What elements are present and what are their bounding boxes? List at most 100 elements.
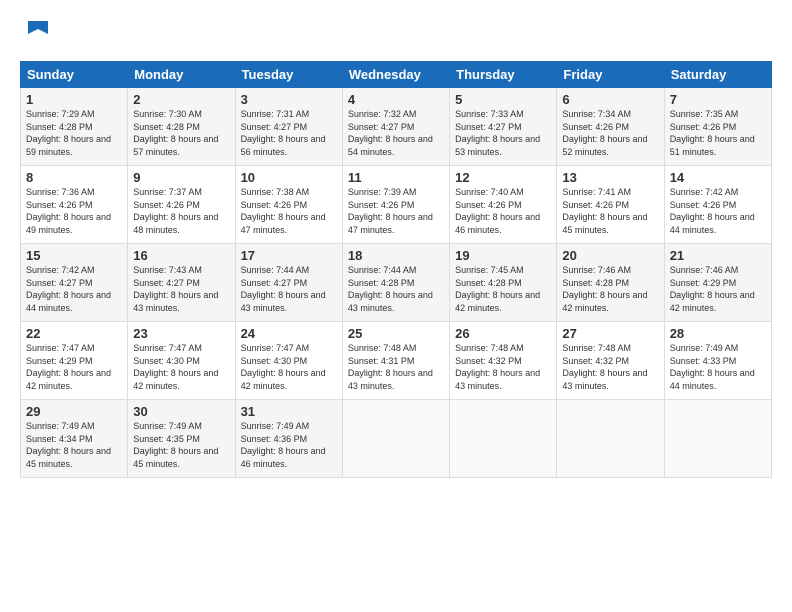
day-info: Sunrise: 7:48 AMSunset: 4:32 PMDaylight:… [455, 342, 551, 392]
day-info: Sunrise: 7:44 AMSunset: 4:28 PMDaylight:… [348, 264, 444, 314]
calendar-cell: 28Sunrise: 7:49 AMSunset: 4:33 PMDayligh… [664, 322, 771, 400]
calendar-cell: 31Sunrise: 7:49 AMSunset: 4:36 PMDayligh… [235, 400, 342, 478]
calendar-cell: 29Sunrise: 7:49 AMSunset: 4:34 PMDayligh… [21, 400, 128, 478]
logo-text-block [20, 16, 53, 51]
calendar-cell: 24Sunrise: 7:47 AMSunset: 4:30 PMDayligh… [235, 322, 342, 400]
logo-general-line [20, 16, 53, 51]
calendar-cell [450, 400, 557, 478]
day-number: 6 [562, 92, 658, 107]
calendar-cell: 30Sunrise: 7:49 AMSunset: 4:35 PMDayligh… [128, 400, 235, 478]
day-info: Sunrise: 7:48 AMSunset: 4:32 PMDaylight:… [562, 342, 658, 392]
day-number: 20 [562, 248, 658, 263]
day-info: Sunrise: 7:30 AMSunset: 4:28 PMDaylight:… [133, 108, 229, 158]
calendar-week-5: 29Sunrise: 7:49 AMSunset: 4:34 PMDayligh… [21, 400, 772, 478]
day-number: 17 [241, 248, 337, 263]
calendar-cell: 22Sunrise: 7:47 AMSunset: 4:29 PMDayligh… [21, 322, 128, 400]
calendar-cell: 12Sunrise: 7:40 AMSunset: 4:26 PMDayligh… [450, 166, 557, 244]
page: SundayMondayTuesdayWednesdayThursdayFrid… [0, 0, 792, 488]
day-number: 19 [455, 248, 551, 263]
logo-flag-icon [23, 16, 53, 46]
calendar-cell: 3Sunrise: 7:31 AMSunset: 4:27 PMDaylight… [235, 88, 342, 166]
day-info: Sunrise: 7:41 AMSunset: 4:26 PMDaylight:… [562, 186, 658, 236]
calendar-week-4: 22Sunrise: 7:47 AMSunset: 4:29 PMDayligh… [21, 322, 772, 400]
day-number: 8 [26, 170, 122, 185]
weekday-header-row: SundayMondayTuesdayWednesdayThursdayFrid… [21, 62, 772, 88]
day-info: Sunrise: 7:49 AMSunset: 4:35 PMDaylight:… [133, 420, 229, 470]
day-number: 27 [562, 326, 658, 341]
calendar-cell: 13Sunrise: 7:41 AMSunset: 4:26 PMDayligh… [557, 166, 664, 244]
calendar-cell: 20Sunrise: 7:46 AMSunset: 4:28 PMDayligh… [557, 244, 664, 322]
day-info: Sunrise: 7:29 AMSunset: 4:28 PMDaylight:… [26, 108, 122, 158]
day-info: Sunrise: 7:38 AMSunset: 4:26 PMDaylight:… [241, 186, 337, 236]
calendar-cell: 8Sunrise: 7:36 AMSunset: 4:26 PMDaylight… [21, 166, 128, 244]
day-info: Sunrise: 7:46 AMSunset: 4:28 PMDaylight:… [562, 264, 658, 314]
day-info: Sunrise: 7:42 AMSunset: 4:26 PMDaylight:… [670, 186, 766, 236]
weekday-header-wednesday: Wednesday [342, 62, 449, 88]
calendar-cell: 26Sunrise: 7:48 AMSunset: 4:32 PMDayligh… [450, 322, 557, 400]
day-info: Sunrise: 7:47 AMSunset: 4:29 PMDaylight:… [26, 342, 122, 392]
calendar-cell [342, 400, 449, 478]
day-number: 29 [26, 404, 122, 419]
day-number: 25 [348, 326, 444, 341]
calendar-cell: 23Sunrise: 7:47 AMSunset: 4:30 PMDayligh… [128, 322, 235, 400]
calendar-cell: 18Sunrise: 7:44 AMSunset: 4:28 PMDayligh… [342, 244, 449, 322]
calendar-cell: 19Sunrise: 7:45 AMSunset: 4:28 PMDayligh… [450, 244, 557, 322]
day-info: Sunrise: 7:49 AMSunset: 4:36 PMDaylight:… [241, 420, 337, 470]
day-info: Sunrise: 7:49 AMSunset: 4:33 PMDaylight:… [670, 342, 766, 392]
day-number: 3 [241, 92, 337, 107]
day-number: 30 [133, 404, 229, 419]
day-info: Sunrise: 7:44 AMSunset: 4:27 PMDaylight:… [241, 264, 337, 314]
calendar-cell: 5Sunrise: 7:33 AMSunset: 4:27 PMDaylight… [450, 88, 557, 166]
day-number: 28 [670, 326, 766, 341]
day-number: 18 [348, 248, 444, 263]
calendar-cell: 7Sunrise: 7:35 AMSunset: 4:26 PMDaylight… [664, 88, 771, 166]
day-info: Sunrise: 7:47 AMSunset: 4:30 PMDaylight:… [241, 342, 337, 392]
logo [20, 16, 53, 51]
calendar-cell: 17Sunrise: 7:44 AMSunset: 4:27 PMDayligh… [235, 244, 342, 322]
day-number: 10 [241, 170, 337, 185]
calendar-cell: 21Sunrise: 7:46 AMSunset: 4:29 PMDayligh… [664, 244, 771, 322]
day-number: 16 [133, 248, 229, 263]
day-number: 31 [241, 404, 337, 419]
calendar-cell: 1Sunrise: 7:29 AMSunset: 4:28 PMDaylight… [21, 88, 128, 166]
calendar-cell: 2Sunrise: 7:30 AMSunset: 4:28 PMDaylight… [128, 88, 235, 166]
day-info: Sunrise: 7:33 AMSunset: 4:27 PMDaylight:… [455, 108, 551, 158]
calendar-cell: 27Sunrise: 7:48 AMSunset: 4:32 PMDayligh… [557, 322, 664, 400]
day-info: Sunrise: 7:35 AMSunset: 4:26 PMDaylight:… [670, 108, 766, 158]
day-info: Sunrise: 7:32 AMSunset: 4:27 PMDaylight:… [348, 108, 444, 158]
weekday-header-monday: Monday [128, 62, 235, 88]
day-number: 24 [241, 326, 337, 341]
calendar-cell [664, 400, 771, 478]
weekday-header-tuesday: Tuesday [235, 62, 342, 88]
calendar-week-3: 15Sunrise: 7:42 AMSunset: 4:27 PMDayligh… [21, 244, 772, 322]
weekday-header-saturday: Saturday [664, 62, 771, 88]
day-number: 11 [348, 170, 444, 185]
day-info: Sunrise: 7:45 AMSunset: 4:28 PMDaylight:… [455, 264, 551, 314]
day-number: 2 [133, 92, 229, 107]
day-info: Sunrise: 7:37 AMSunset: 4:26 PMDaylight:… [133, 186, 229, 236]
weekday-header-friday: Friday [557, 62, 664, 88]
day-number: 5 [455, 92, 551, 107]
weekday-header-thursday: Thursday [450, 62, 557, 88]
calendar-cell: 15Sunrise: 7:42 AMSunset: 4:27 PMDayligh… [21, 244, 128, 322]
day-info: Sunrise: 7:43 AMSunset: 4:27 PMDaylight:… [133, 264, 229, 314]
day-number: 15 [26, 248, 122, 263]
day-number: 23 [133, 326, 229, 341]
day-number: 1 [26, 92, 122, 107]
calendar-cell: 14Sunrise: 7:42 AMSunset: 4:26 PMDayligh… [664, 166, 771, 244]
day-number: 12 [455, 170, 551, 185]
day-info: Sunrise: 7:34 AMSunset: 4:26 PMDaylight:… [562, 108, 658, 158]
day-info: Sunrise: 7:42 AMSunset: 4:27 PMDaylight:… [26, 264, 122, 314]
day-info: Sunrise: 7:48 AMSunset: 4:31 PMDaylight:… [348, 342, 444, 392]
day-info: Sunrise: 7:49 AMSunset: 4:34 PMDaylight:… [26, 420, 122, 470]
calendar-week-2: 8Sunrise: 7:36 AMSunset: 4:26 PMDaylight… [21, 166, 772, 244]
day-info: Sunrise: 7:36 AMSunset: 4:26 PMDaylight:… [26, 186, 122, 236]
day-number: 4 [348, 92, 444, 107]
day-number: 22 [26, 326, 122, 341]
day-number: 21 [670, 248, 766, 263]
calendar-cell: 11Sunrise: 7:39 AMSunset: 4:26 PMDayligh… [342, 166, 449, 244]
calendar-cell: 6Sunrise: 7:34 AMSunset: 4:26 PMDaylight… [557, 88, 664, 166]
day-info: Sunrise: 7:40 AMSunset: 4:26 PMDaylight:… [455, 186, 551, 236]
day-number: 13 [562, 170, 658, 185]
calendar-cell: 10Sunrise: 7:38 AMSunset: 4:26 PMDayligh… [235, 166, 342, 244]
